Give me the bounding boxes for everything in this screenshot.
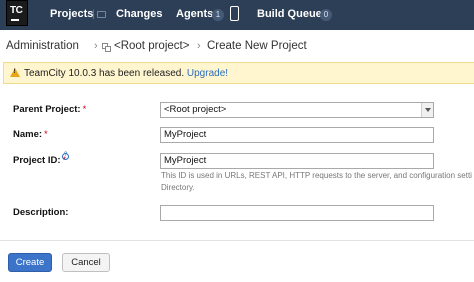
breadcrumb-root-project[interactable]: <Root project> xyxy=(114,40,189,52)
required-marker: * xyxy=(44,129,48,140)
parent-project-label: Parent Project: * xyxy=(13,104,87,115)
nav-agents[interactable]: Agents xyxy=(176,8,213,20)
required-marker: * xyxy=(82,104,87,115)
warning-icon xyxy=(10,68,20,77)
nav-changes[interactable]: Changes xyxy=(116,8,162,20)
nav-separator: | xyxy=(92,9,95,20)
breadcrumb-current-page: Create New Project xyxy=(207,40,307,52)
agents-count-badge: 1 xyxy=(212,9,224,21)
name-label: Name: * xyxy=(13,129,48,140)
upgrade-link[interactable]: Upgrade! xyxy=(187,68,228,79)
cancel-button[interactable]: Cancel xyxy=(62,253,110,272)
name-input[interactable]: MyProject xyxy=(160,127,434,143)
project-id-label: Project ID: * xyxy=(13,155,67,166)
notice-text: TeamCity 10.0.3 has been released. xyxy=(24,68,185,79)
form-divider xyxy=(0,240,474,241)
description-label: Description: xyxy=(13,207,69,218)
build-queue-count-badge: 0 xyxy=(320,9,332,21)
nav-build-queue[interactable]: Build Queue xyxy=(257,8,322,20)
notice-text-line: TeamCity 10.0.3 has been released. Upgra… xyxy=(24,68,228,79)
create-button[interactable]: Create xyxy=(8,253,52,272)
nav-projects[interactable]: Projects xyxy=(50,8,93,20)
chevron-right-icon: › xyxy=(197,40,201,52)
project-id-note: This ID is used in URLs, REST API, HTTP … xyxy=(161,171,472,192)
help-icon[interactable] xyxy=(62,152,69,160)
project-icon xyxy=(102,43,111,52)
logo-text: TC xyxy=(10,5,23,16)
projects-popup-icon[interactable] xyxy=(97,11,106,18)
chevron-down-icon[interactable] xyxy=(421,103,433,117)
logo-underline xyxy=(11,19,19,21)
breadcrumb-administration[interactable]: Administration xyxy=(6,40,79,52)
chevron-right-icon: › xyxy=(94,40,98,52)
teamcity-logo[interactable]: TC xyxy=(6,0,28,26)
parent-project-select[interactable]: <Root project> xyxy=(160,102,434,118)
upgrade-notice: TeamCity 10.0.3 has been released. Upgra… xyxy=(3,62,474,84)
project-id-input[interactable]: MyProject xyxy=(160,153,434,169)
agent-status-icon[interactable] xyxy=(230,6,239,21)
parent-project-value: <Root project> xyxy=(164,104,227,115)
top-navigation-bar: TC Projects | Changes Agents 1 Build Que… xyxy=(0,0,474,30)
description-input[interactable] xyxy=(160,205,434,221)
